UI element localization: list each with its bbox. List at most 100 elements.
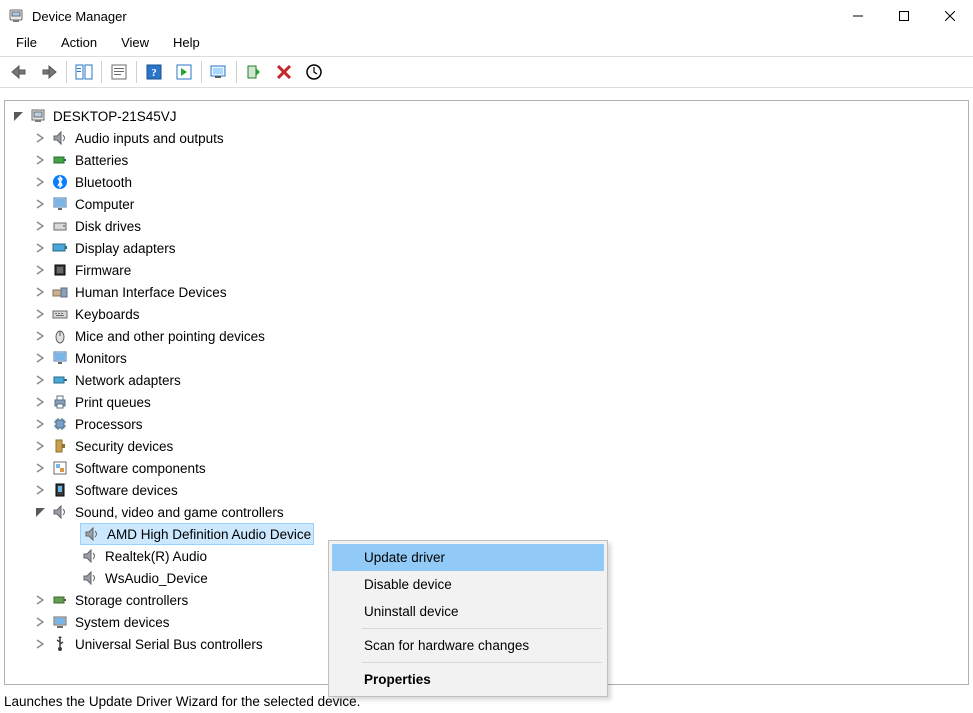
- maximize-button[interactable]: [881, 0, 927, 32]
- uninstall-button[interactable]: [271, 60, 297, 84]
- window-title: Device Manager: [32, 9, 127, 24]
- tree-category[interactable]: Keyboards: [9, 303, 968, 325]
- category-label: Firmware: [75, 263, 131, 278]
- expand-icon[interactable]: [33, 417, 47, 431]
- mouse-icon: [51, 327, 69, 345]
- close-button[interactable]: [927, 0, 973, 32]
- svg-text:?: ?: [151, 67, 157, 79]
- collapse-icon[interactable]: [33, 505, 47, 519]
- expand-icon[interactable]: [33, 175, 47, 189]
- ctx-uninstall-device[interactable]: Uninstall device: [332, 598, 604, 625]
- category-label: Processors: [75, 417, 143, 432]
- expand-icon[interactable]: [33, 197, 47, 211]
- enable-device-button[interactable]: [241, 60, 267, 84]
- expand-icon[interactable]: [33, 461, 47, 475]
- tree-category[interactable]: Monitors: [9, 347, 968, 369]
- menu-file[interactable]: File: [6, 34, 47, 52]
- ctx-separator: [362, 662, 602, 663]
- tree-category[interactable]: Mice and other pointing devices: [9, 325, 968, 347]
- ctx-disable-device[interactable]: Disable device: [332, 571, 604, 598]
- expand-icon[interactable]: [33, 395, 47, 409]
- tree-category[interactable]: Computer: [9, 193, 968, 215]
- category-label: Computer: [75, 197, 134, 212]
- window-controls: [835, 0, 973, 32]
- forward-button[interactable]: [36, 60, 62, 84]
- printer-icon: [51, 393, 69, 411]
- usb-icon: [51, 635, 69, 653]
- update-driver-button[interactable]: [206, 60, 232, 84]
- ctx-update-driver[interactable]: Update driver: [332, 544, 604, 571]
- expand-icon[interactable]: [33, 637, 47, 651]
- ctx-scan-hardware[interactable]: Scan for hardware changes: [332, 632, 604, 659]
- category-label: Mice and other pointing devices: [75, 329, 265, 344]
- category-label: Software components: [75, 461, 206, 476]
- expand-icon[interactable]: [33, 373, 47, 387]
- help-button[interactable]: ?: [141, 60, 167, 84]
- toolbar: ?: [0, 56, 973, 88]
- category-label: Universal Serial Bus controllers: [75, 637, 263, 652]
- category-label: System devices: [75, 615, 170, 630]
- tree-category[interactable]: Disk drives: [9, 215, 968, 237]
- tree-category[interactable]: Firmware: [9, 259, 968, 281]
- disk-icon: [51, 217, 69, 235]
- menu-help[interactable]: Help: [163, 34, 210, 52]
- tree-category[interactable]: Display adapters: [9, 237, 968, 259]
- expand-icon[interactable]: [33, 593, 47, 607]
- tree-category[interactable]: Audio inputs and outputs: [9, 127, 968, 149]
- category-label: Monitors: [75, 351, 127, 366]
- tree-category[interactable]: Processors: [9, 413, 968, 435]
- display-adapter-icon: [51, 239, 69, 257]
- tree-category[interactable]: Security devices: [9, 435, 968, 457]
- expand-icon[interactable]: [33, 483, 47, 497]
- bluetooth-icon: [51, 173, 69, 191]
- tree-category[interactable]: Print queues: [9, 391, 968, 413]
- ctx-separator: [362, 628, 602, 629]
- expand-icon[interactable]: [33, 439, 47, 453]
- tree-category[interactable]: Software devices: [9, 479, 968, 501]
- storage-icon: [51, 591, 69, 609]
- tree-root[interactable]: DESKTOP-21S45VJ: [9, 105, 968, 127]
- menubar: File Action View Help: [0, 32, 973, 56]
- expand-icon[interactable]: [33, 219, 47, 233]
- ctx-properties[interactable]: Properties: [332, 666, 604, 693]
- expand-icon[interactable]: [33, 329, 47, 343]
- processor-icon: [51, 415, 69, 433]
- expand-icon[interactable]: [11, 109, 25, 123]
- tree-category[interactable]: Network adapters: [9, 369, 968, 391]
- tree-category[interactable]: Bluetooth: [9, 171, 968, 193]
- audio-icon: [81, 547, 99, 565]
- expand-icon[interactable]: [33, 241, 47, 255]
- category-label: Keyboards: [75, 307, 140, 322]
- menu-view[interactable]: View: [111, 34, 159, 52]
- tree-root-label: DESKTOP-21S45VJ: [53, 109, 177, 124]
- tree-category[interactable]: Software components: [9, 457, 968, 479]
- category-label: Sound, video and game controllers: [75, 505, 284, 520]
- expand-icon[interactable]: [33, 615, 47, 629]
- minimize-button[interactable]: [835, 0, 881, 32]
- action-button[interactable]: [171, 60, 197, 84]
- category-label: Software devices: [75, 483, 178, 498]
- category-label: Print queues: [75, 395, 151, 410]
- scan-hardware-button[interactable]: [301, 60, 327, 84]
- expand-icon[interactable]: [33, 131, 47, 145]
- expand-icon[interactable]: [33, 307, 47, 321]
- menu-action[interactable]: Action: [51, 34, 107, 52]
- audio-icon: [83, 525, 101, 543]
- expand-icon[interactable]: [33, 285, 47, 299]
- properties-button[interactable]: [106, 60, 132, 84]
- tree-category-sound[interactable]: Sound, video and game controllers: [9, 501, 968, 523]
- titlebar: Device Manager: [0, 0, 973, 32]
- expand-icon[interactable]: [33, 153, 47, 167]
- hid-icon: [51, 283, 69, 301]
- show-hide-console-button[interactable]: [71, 60, 97, 84]
- tree-category[interactable]: Batteries: [9, 149, 968, 171]
- expand-icon[interactable]: [33, 263, 47, 277]
- back-button[interactable]: [6, 60, 32, 84]
- audio-icon: [51, 503, 69, 521]
- battery-icon: [51, 151, 69, 169]
- category-label: Storage controllers: [75, 593, 188, 608]
- expand-icon[interactable]: [33, 351, 47, 365]
- device-label: AMD High Definition Audio Device: [107, 527, 311, 542]
- category-label: Disk drives: [75, 219, 141, 234]
- tree-category[interactable]: Human Interface Devices: [9, 281, 968, 303]
